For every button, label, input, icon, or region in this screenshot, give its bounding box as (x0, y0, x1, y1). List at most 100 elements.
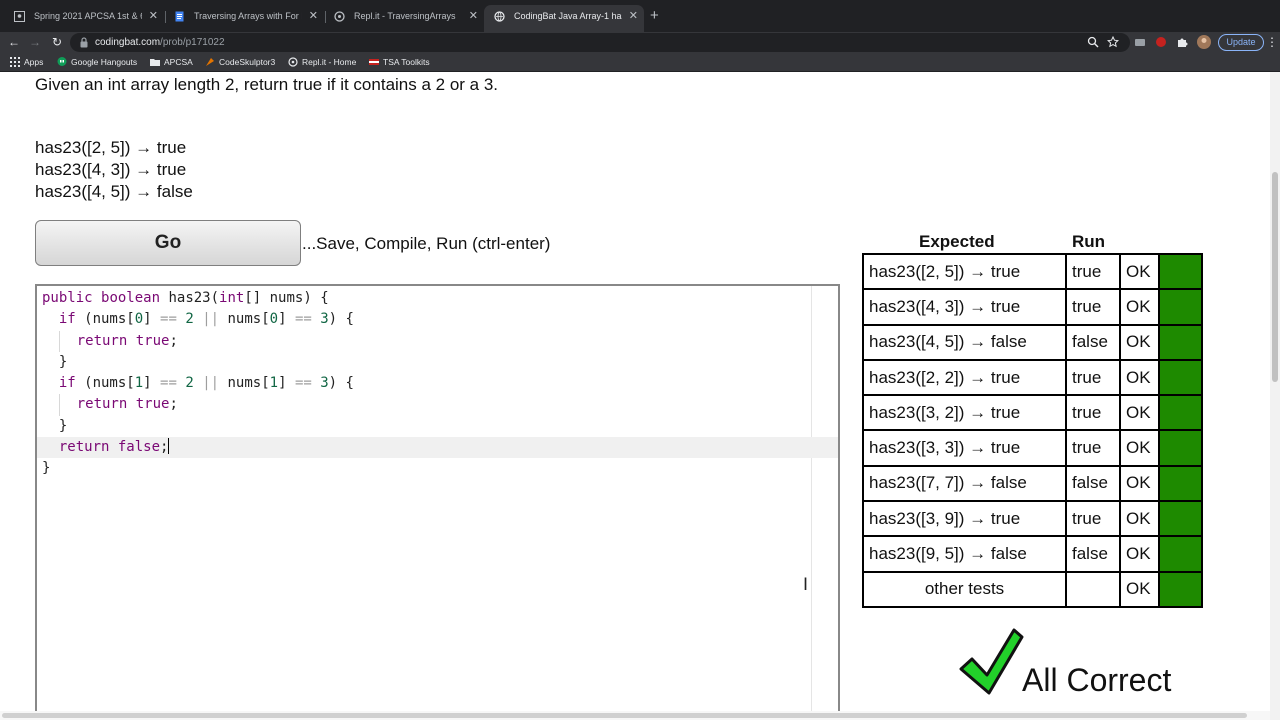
lock-icon (80, 37, 88, 48)
result-ok: OK (1119, 358, 1160, 397)
replit-icon (288, 57, 298, 67)
result-exp: has23([4, 3]) → true (862, 288, 1067, 326)
code-line-current: return false; (37, 437, 838, 459)
bookmark-codeskulptor3[interactable]: CodeSkulptor3 (205, 53, 275, 72)
puzzle-icon[interactable] (1176, 36, 1188, 48)
result-exp: has23([7, 7]) → false (862, 464, 1067, 503)
problem-examples: has23([2, 5]) → true has23([4, 3]) → tru… (35, 137, 193, 203)
forward-arrow-icon[interactable]: → (25, 32, 45, 53)
url-text: codingbat.com/prob/p171022 (95, 33, 225, 52)
pass-indicator (1158, 535, 1203, 573)
result-run: true (1065, 429, 1121, 467)
update-button[interactable]: Update (1218, 34, 1264, 51)
result-exp: has23([3, 9]) → true (862, 500, 1067, 538)
bookmark-star-icon[interactable] (1107, 36, 1119, 48)
all-correct-label: All Correct (1022, 662, 1172, 698)
pass-indicator (1158, 358, 1203, 397)
code-line: public boolean has23(int[] nums) { (42, 290, 329, 306)
back-arrow-icon[interactable]: ← (4, 32, 24, 53)
results-header-run: Run (1072, 232, 1106, 251)
tsa-icon (369, 59, 379, 65)
pass-indicator (1158, 429, 1203, 467)
pass-indicator (1158, 500, 1203, 538)
tab-codingbat[interactable]: CodingBat Java Array-1 has23 ✕ (484, 5, 644, 32)
result-run: true (1065, 252, 1121, 291)
code-line: return true; (42, 330, 838, 352)
pass-indicator (1158, 323, 1203, 361)
tab-title: Spring 2021 APCSA 1st & 6th P (34, 11, 142, 21)
result-run: false (1065, 535, 1121, 573)
browser-toolbar: ← → ↻ codingbat.com/prob/p171022 Update … (0, 32, 1280, 53)
scrollbar-thumb[interactable] (2, 713, 1247, 718)
reload-icon[interactable]: ↻ (47, 32, 67, 53)
code-editor[interactable]: public boolean has23(int[] nums) { if (n… (35, 284, 840, 720)
result-exp: has23([2, 5]) → true (862, 252, 1067, 291)
results-row: has23([2, 2]) → true true OK (862, 358, 1203, 397)
horizontal-scrollbar[interactable] (0, 711, 1270, 720)
bookmark-label: Apps (24, 57, 44, 67)
bookmark-tsa-toolkits[interactable]: TSA Toolkits (369, 53, 430, 72)
new-tab-plus-icon[interactable]: + (650, 6, 659, 26)
close-icon[interactable]: ✕ (309, 5, 318, 27)
bookmark-replit-home[interactable]: Repl.it - Home (288, 53, 356, 72)
go-hint-text: ...Save, Compile, Run (ctrl-enter) (302, 234, 551, 253)
text-caret (168, 438, 170, 455)
result-ok: OK (1119, 429, 1160, 467)
codingbat-icon (494, 11, 505, 22)
bookmark-apps[interactable]: Apps (10, 53, 43, 72)
bookmarks-bar: Apps Google Hangouts APCSA CodeSkulptor3… (0, 53, 1280, 72)
tab-strip: Spring 2021 APCSA 1st & 6th P ✕ Traversi… (0, 0, 1280, 32)
code-content[interactable]: public boolean has23(int[] nums) { if (n… (37, 288, 838, 480)
result-run: true (1065, 394, 1121, 432)
result-run: true (1065, 500, 1121, 538)
tab-docs[interactable]: Traversing Arrays with For Loo ✕ (164, 5, 324, 32)
bookmark-label: APCSA (164, 57, 193, 67)
code-line: } (42, 460, 51, 477)
docs-icon (175, 11, 184, 22)
checkmark-icon (959, 628, 1024, 695)
tab-replit[interactable]: Repl.it - TraversingArrays ✕ (324, 5, 484, 32)
folder-icon (150, 59, 160, 66)
extension-icon[interactable] (1134, 36, 1146, 48)
example-line: has23([4, 3]) → true (35, 160, 187, 179)
close-icon[interactable]: ✕ (469, 5, 478, 27)
close-icon[interactable]: ✕ (149, 5, 158, 27)
address-bar[interactable]: codingbat.com/prob/p171022 (70, 33, 1130, 52)
extension-icon[interactable] (1155, 36, 1167, 48)
apps-grid-icon (10, 57, 20, 67)
classroom-icon (14, 11, 25, 22)
page-content: Given an int array length 2, return true… (0, 72, 1270, 720)
hangouts-icon (57, 57, 67, 66)
vertical-scrollbar[interactable] (1270, 72, 1280, 720)
close-icon[interactable]: ✕ (629, 5, 638, 27)
result-ok: OK (1119, 323, 1160, 361)
result-run: true (1065, 288, 1121, 326)
result-exp: other tests (862, 570, 1067, 608)
tab-title: Repl.it - TraversingArrays (354, 11, 456, 21)
more-menu-icon[interactable]: ⋮ (1266, 32, 1278, 53)
bookmark-label: Google Hangouts (71, 57, 138, 67)
results-row: has23([3, 9]) → true true OK (862, 500, 1203, 538)
results-header-expected: Expected (919, 232, 995, 251)
result-exp: has23([9, 5]) → false (862, 535, 1067, 573)
result-ok: OK (1119, 252, 1160, 291)
bookmark-label: Repl.it - Home (302, 57, 357, 67)
code-line: if (nums[1] == 2 || nums[1] == 3) { (58, 375, 354, 392)
zoom-icon[interactable] (1087, 36, 1099, 48)
pass-indicator (1158, 252, 1203, 291)
bookmark-apcsa[interactable]: APCSA (150, 53, 193, 72)
result-ok: OK (1119, 500, 1160, 538)
bookmark-google-hangouts[interactable]: Google Hangouts (57, 53, 137, 72)
results-row: has23([2, 5]) → true true OK (862, 252, 1203, 291)
bookmark-label: CodeSkulptor3 (219, 57, 276, 67)
pass-indicator (1158, 394, 1203, 432)
avatar[interactable] (1197, 35, 1211, 49)
scrollbar-thumb[interactable] (1272, 172, 1278, 382)
tab-title: CodingBat Java Array-1 has23 (514, 11, 622, 21)
result-exp: has23([3, 2]) → true (862, 394, 1067, 432)
tab-classroom[interactable]: Spring 2021 APCSA 1st & 6th P ✕ (4, 5, 164, 32)
example-line: has23([2, 5]) → true (35, 138, 187, 157)
code-line: } (42, 417, 68, 434)
go-button[interactable]: Go (35, 220, 301, 266)
result-run: false (1065, 323, 1121, 361)
